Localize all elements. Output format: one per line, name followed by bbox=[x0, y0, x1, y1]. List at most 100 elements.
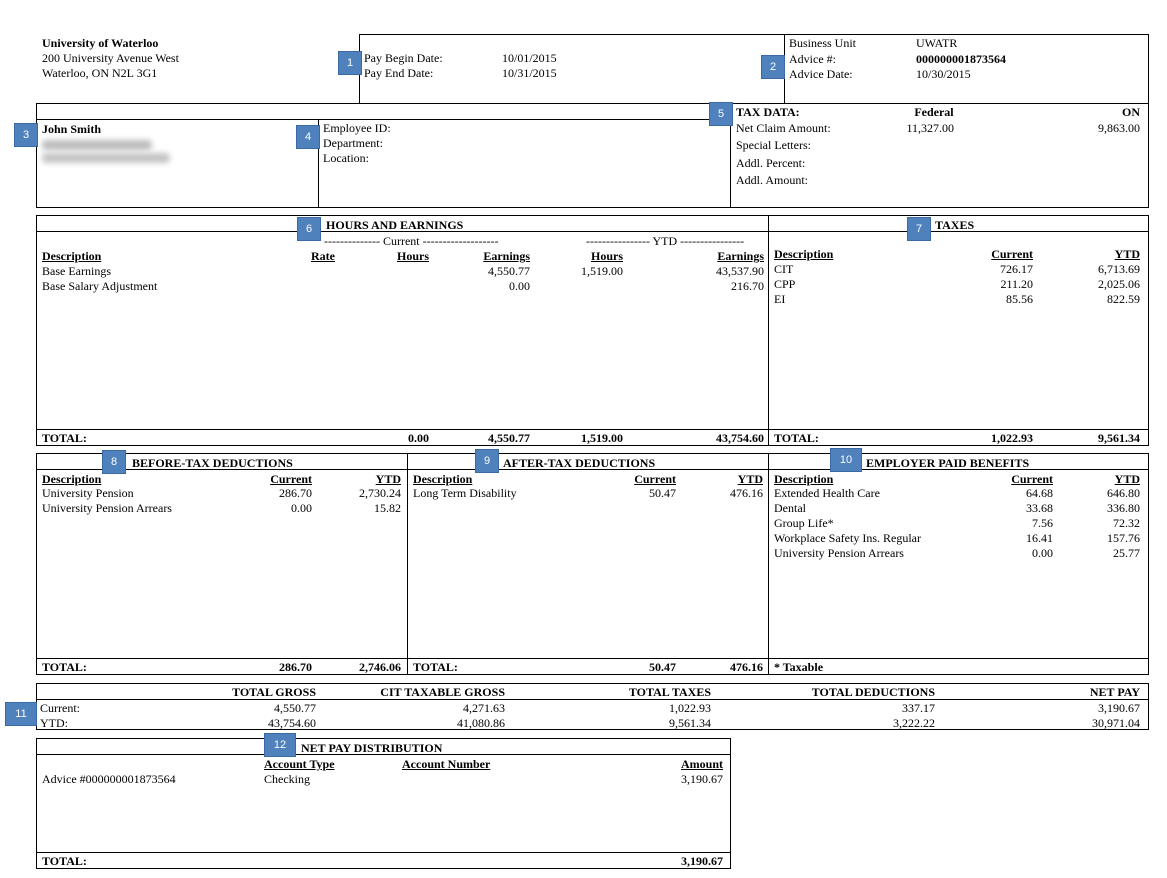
benefit-row-description: Group Life* bbox=[774, 516, 834, 530]
after-tax-row-current: 50.47 bbox=[649, 486, 676, 500]
department-label: Department: bbox=[323, 136, 383, 150]
advice-date-label: Advice Date: bbox=[789, 67, 853, 81]
callout-marker-8: 8 bbox=[102, 450, 126, 474]
tax-data-provincial-header: ON bbox=[1122, 105, 1140, 119]
deductions-divider-2 bbox=[768, 453, 769, 675]
net-claim-label: Net Claim Amount: bbox=[736, 121, 831, 135]
earnings-header-rate: Rate bbox=[311, 249, 335, 263]
benefits-title: EMPLOYER PAID BENEFITS bbox=[866, 456, 1030, 470]
earnings-row-ytd-hours: 1,519.00 bbox=[581, 264, 623, 278]
earnings-row-ytd-earnings: 43,537.90 bbox=[716, 264, 764, 278]
summary-ytd-taxes: 9,561.34 bbox=[669, 716, 711, 730]
after-tax-total-current: 50.47 bbox=[649, 660, 676, 674]
summary-current-deductions: 337.17 bbox=[902, 701, 935, 715]
net-claim-federal: 11,327.00 bbox=[906, 121, 954, 135]
callout-marker-6: 6 bbox=[297, 217, 321, 241]
earnings-total-ytd-earnings: 43,754.60 bbox=[716, 431, 764, 445]
distribution-row-amount: 3,190.67 bbox=[681, 772, 723, 786]
summary-header-cit: CIT TAXABLE GROSS bbox=[380, 685, 505, 699]
before-tax-header-ytd: YTD bbox=[375, 472, 401, 486]
before-tax-total-current: 286.70 bbox=[279, 660, 312, 674]
distribution-header-account-number: Account Number bbox=[402, 757, 491, 771]
summary-header-divider bbox=[36, 699, 1149, 700]
earnings-row-description: Base Earnings bbox=[42, 264, 111, 278]
summary-header-deductions: TOTAL DEDUCTIONS bbox=[811, 685, 935, 699]
employer-address-line2: Waterloo, ON N2L 3G1 bbox=[42, 66, 158, 80]
earnings-taxes-divider bbox=[768, 215, 769, 446]
net-claim-provincial: 9,863.00 bbox=[1098, 121, 1140, 135]
earnings-total-label: TOTAL: bbox=[42, 431, 87, 445]
after-tax-row-ytd: 476.16 bbox=[730, 486, 763, 500]
redacted-address-line1 bbox=[42, 140, 152, 150]
earnings-ytd-group: ---------------- YTD ---------------- bbox=[586, 234, 745, 248]
earnings-row-earnings: 4,550.77 bbox=[488, 264, 530, 278]
tax-row-ytd: 6,713.69 bbox=[1098, 262, 1140, 276]
callout-marker-10: 10 bbox=[830, 448, 862, 472]
benefit-row-description: Dental bbox=[774, 501, 806, 515]
benefits-footnote: * Taxable bbox=[774, 660, 824, 674]
earnings-header-hours: Hours bbox=[396, 249, 429, 263]
summary-current-net: 3,190.67 bbox=[1098, 701, 1140, 715]
callout-marker-11: 11 bbox=[5, 702, 37, 726]
tax-data-federal-header: Federal bbox=[914, 105, 954, 119]
earnings-total-divider bbox=[36, 429, 1149, 430]
distribution-total-amount: 3,190.67 bbox=[681, 854, 723, 868]
redacted-address-line2 bbox=[42, 153, 170, 163]
addl-percent-label: Addl. Percent: bbox=[736, 156, 806, 170]
earnings-row-earnings: 0.00 bbox=[509, 279, 530, 293]
benefit-row-ytd: 25.77 bbox=[1113, 546, 1140, 560]
callout-marker-1: 1 bbox=[338, 51, 362, 75]
before-tax-row-description: University Pension bbox=[42, 486, 134, 500]
summary-header-taxes: TOTAL TAXES bbox=[628, 685, 711, 699]
advice-date-value: 10/30/2015 bbox=[916, 67, 971, 81]
deductions-total-divider bbox=[36, 658, 1149, 659]
benefits-header-ytd: YTD bbox=[1114, 472, 1140, 486]
employee-id-label: Employee ID: bbox=[323, 121, 391, 135]
taxes-header-description: Description bbox=[774, 247, 834, 261]
summary-header-gross: TOTAL GROSS bbox=[232, 685, 316, 699]
taxes-header-ytd: YTD bbox=[1114, 247, 1140, 261]
earnings-total-ytd-hours: 1,519.00 bbox=[581, 431, 623, 445]
business-unit-label: Business Unit bbox=[789, 36, 857, 50]
distribution-title: NET PAY DISTRIBUTION bbox=[301, 741, 443, 755]
distribution-row-account-type: Checking bbox=[264, 772, 310, 786]
benefit-row-current: 33.68 bbox=[1026, 501, 1053, 515]
pay-advice-page: { "employer": {"name": "University of Wa… bbox=[0, 0, 1167, 878]
benefit-row-description: Extended Health Care bbox=[774, 486, 880, 500]
tax-row-current: 726.17 bbox=[1000, 262, 1033, 276]
after-tax-total-label: TOTAL: bbox=[413, 660, 458, 674]
tax-row-ytd: 2,025.06 bbox=[1098, 277, 1140, 291]
employer-name: University of Waterloo bbox=[42, 36, 159, 50]
summary-ytd-deductions: 3,222.22 bbox=[893, 716, 935, 730]
callout-marker-5: 5 bbox=[709, 102, 733, 126]
before-tax-row-description: University Pension Arrears bbox=[42, 501, 172, 515]
callout-marker-12: 12 bbox=[264, 733, 296, 757]
callout-marker-7: 7 bbox=[907, 217, 931, 241]
callout-marker-4: 4 bbox=[296, 125, 320, 149]
special-letters-label: Special Letters: bbox=[736, 138, 811, 152]
taxes-total-current: 1,022.93 bbox=[991, 431, 1033, 445]
distribution-total-divider bbox=[36, 852, 731, 853]
benefit-row-current: 0.00 bbox=[1032, 546, 1053, 560]
tax-row-description: CPP bbox=[774, 277, 796, 291]
before-tax-title: BEFORE-TAX DEDUCTIONS bbox=[132, 456, 293, 470]
after-tax-header-current: Current bbox=[634, 472, 676, 486]
advice-number-label: Advice #: bbox=[789, 52, 836, 66]
distribution-header-account-type: Account Type bbox=[264, 757, 335, 771]
earnings-total-earnings: 4,550.77 bbox=[488, 431, 530, 445]
benefits-header-description: Description bbox=[774, 472, 834, 486]
earnings-header-earnings: Earnings bbox=[483, 249, 530, 263]
callout-marker-9: 9 bbox=[475, 449, 499, 473]
before-tax-row-current: 286.70 bbox=[279, 486, 312, 500]
after-tax-header-ytd: YTD bbox=[737, 472, 763, 486]
earnings-total-hours: 0.00 bbox=[408, 431, 429, 445]
tax-row-current: 211.20 bbox=[1000, 277, 1033, 291]
advice-number-value: 000000001873564 bbox=[916, 52, 1006, 66]
earnings-row-ytd-earnings: 216.70 bbox=[731, 279, 764, 293]
earnings-header-ytd-hours: Hours bbox=[590, 249, 623, 263]
earnings-title-divider bbox=[36, 231, 1149, 232]
addl-amount-label: Addl. Amount: bbox=[736, 173, 809, 187]
employer-address-line1: 200 University Avenue West bbox=[42, 51, 179, 65]
summary-current-label: Current: bbox=[40, 701, 80, 715]
employee-divider bbox=[36, 119, 731, 120]
